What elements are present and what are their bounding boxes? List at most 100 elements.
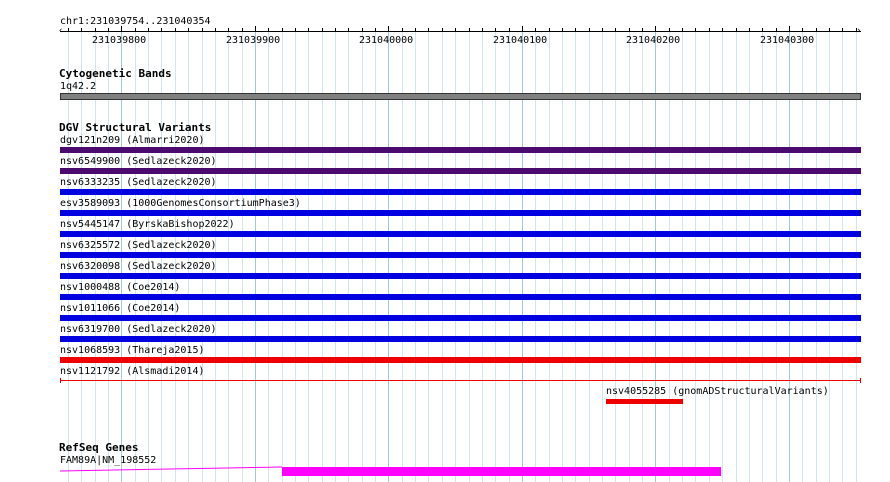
ruler-tick: [829, 28, 830, 32]
ruler-tick: [428, 28, 429, 32]
ruler-tick: [81, 28, 82, 32]
ruler-tick: [776, 28, 777, 32]
ruler-tick: [135, 28, 136, 32]
ruler-tick: [255, 26, 256, 32]
region-label: chr1:231039754..231040354: [60, 16, 211, 27]
ruler-tick: [95, 28, 96, 32]
ruler-tick: [695, 28, 696, 32]
ruler-tick: [722, 28, 723, 32]
cytoband-label: 1q42.2: [60, 81, 97, 92]
ruler-tick: [108, 28, 109, 32]
ruler-tick: [175, 28, 176, 32]
ruler-tick: [802, 28, 803, 32]
dgv-feature-label: nsv6333235 (Sedlazeck2020): [60, 177, 217, 188]
ruler-tick: [469, 28, 470, 32]
ruler-tick: [295, 28, 296, 32]
ruler-tick: [615, 28, 616, 32]
ruler-tick-label: 231040100: [493, 35, 548, 46]
ruler-tick-label: 231039800: [92, 35, 147, 46]
ruler-tick: [789, 26, 790, 32]
ruler-tick: [161, 28, 162, 32]
dgv-track-title: DGV Structural Variants: [59, 121, 212, 134]
ruler-axis: [60, 31, 861, 32]
ruler-tick: [842, 28, 843, 32]
ruler-tick: [562, 28, 563, 32]
dgv-feature-bar[interactable]: [60, 168, 861, 174]
dgv-feature-bar[interactable]: [60, 189, 861, 195]
dgv-feature-label: nsv1121792 (Alsmadi2014): [60, 366, 205, 377]
ruler-tick-label: 231039900: [226, 35, 281, 46]
dgv-feature-bar[interactable]: [60, 231, 861, 237]
dgv-feature-end-cap: [60, 378, 61, 383]
dgv-feature-bar[interactable]: [60, 380, 861, 381]
ruler-tick: [736, 28, 737, 32]
ruler-tick: [242, 28, 243, 32]
ruler-tick: [482, 28, 483, 32]
ruler-tick: [282, 28, 283, 32]
ruler-tick: [415, 28, 416, 32]
ruler-tick: [68, 28, 69, 32]
ruler-tick: [602, 28, 603, 32]
ruler-tick: [816, 28, 817, 32]
ruler-tick: [322, 28, 323, 32]
dgv-feature-label: nsv6325572 (Sedlazeck2020): [60, 240, 217, 251]
dgv-feature-bar[interactable]: [60, 315, 861, 321]
refseq-gene-label: FAM89A|NM_198552: [60, 455, 157, 466]
ruler-tick: [589, 28, 590, 32]
dgv-feature-bar[interactable]: [606, 399, 683, 404]
ruler-tick: [215, 28, 216, 32]
dgv-feature-label: nsv5445147 (ByrskaBishop2022): [60, 219, 235, 230]
cytoband-bar[interactable]: [60, 93, 861, 100]
ruler-arrow-left-icon[interactable]: ‹: [58, 26, 63, 37]
dgv-feature-label: nsv6549900 (Sedlazeck2020): [60, 156, 217, 167]
dgv-feature-end-cap: [860, 378, 861, 383]
dgv-feature-label: nsv1068593 (Thareja2015): [60, 345, 205, 356]
ruler-tick: [642, 28, 643, 32]
ruler-tick: [762, 28, 763, 32]
ruler-tick: [121, 26, 122, 32]
cytoband-track-title: Cytogenetic Bands: [59, 67, 172, 80]
ruler-tick: [749, 28, 750, 32]
dgv-feature-bar[interactable]: [60, 210, 861, 216]
ruler-tick: [308, 28, 309, 32]
dgv-feature-label: nsv1011066 (Coe2014): [60, 303, 181, 314]
ruler-tick: [362, 28, 363, 32]
ruler-tick-label: 231040000: [359, 35, 414, 46]
ruler-tick: [202, 28, 203, 32]
dgv-feature-bar[interactable]: [60, 147, 861, 153]
dgv-feature-bar[interactable]: [60, 357, 861, 363]
ruler-tick: [709, 28, 710, 32]
refseq-exon-bar[interactable]: [282, 467, 721, 476]
ruler-tick: [268, 28, 269, 32]
dgv-feature-bar[interactable]: [60, 336, 861, 342]
ruler-tick: [375, 28, 376, 32]
ruler-tick: [402, 28, 403, 32]
genome-browser: chr1:231039754..231040354 ‹ › 231039800 231…: [0, 0, 890, 482]
dgv-feature-label: esv3589093 (1000GenomesConsortiumPhase3): [60, 198, 301, 209]
ruler-tick: [442, 28, 443, 32]
ruler-tick: [535, 28, 536, 32]
dgv-feature-bar[interactable]: [60, 273, 861, 279]
ruler-tick: [228, 28, 229, 32]
ruler-tick-label: 231040300: [760, 35, 815, 46]
ruler-tick: [655, 26, 656, 32]
ruler-tick: [522, 26, 523, 32]
ruler-tick: [856, 28, 857, 32]
ruler-tick: [335, 28, 336, 32]
ruler-tick: [669, 28, 670, 32]
ruler-tick: [575, 28, 576, 32]
ruler-tick: [148, 28, 149, 32]
dgv-feature-label: nsv4055285 (gnomADStructuralVariants): [606, 386, 829, 397]
refseq-track-title: RefSeq Genes: [59, 441, 139, 454]
ruler-tick: [629, 28, 630, 32]
ruler-tick: [188, 28, 189, 32]
ruler-tick: [455, 28, 456, 32]
dgv-feature-bar[interactable]: [60, 294, 861, 300]
ruler-tick: [549, 28, 550, 32]
dgv-feature-bar[interactable]: [60, 252, 861, 258]
ruler-tick-label: 231040200: [626, 35, 681, 46]
ruler-tick: [388, 26, 389, 32]
dgv-feature-label: dgv121n209 (Almarri2020): [60, 135, 205, 146]
dgv-feature-label: nsv6319700 (Sedlazeck2020): [60, 324, 217, 335]
ruler-tick: [509, 28, 510, 32]
